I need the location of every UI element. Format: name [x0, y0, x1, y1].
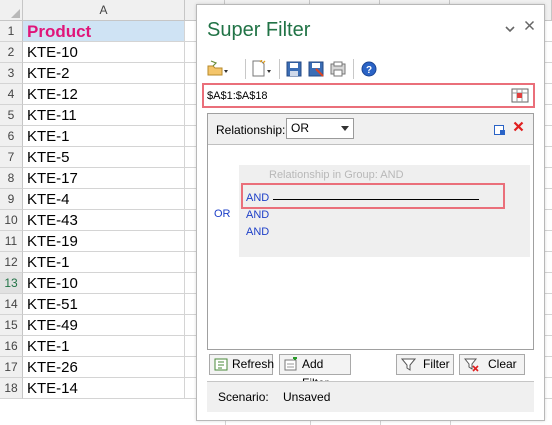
table-cell[interactable]: KTE-10	[23, 273, 185, 294]
row-header[interactable]: 10	[0, 210, 23, 231]
toolbar-separator	[353, 59, 354, 79]
table-cell[interactable]: KTE-51	[23, 294, 185, 315]
toolbar-separator	[245, 59, 246, 79]
panel-action-bar: Refresh Add Filter Filter Clear	[207, 354, 534, 390]
table-cell[interactable]: KTE-26	[23, 357, 185, 378]
range-highlight-box	[202, 83, 535, 108]
new-file-icon[interactable]	[251, 59, 273, 78]
row-header[interactable]: 3	[0, 63, 23, 84]
row-header[interactable]: 11	[0, 231, 23, 252]
super-filter-panel: Super Filter ? $A$1:$A$18 Relationship: …	[196, 4, 545, 421]
group-and-item[interactable]: AND	[246, 209, 269, 221]
group-relationship-label: Relationship in Group: AND	[269, 169, 404, 181]
save-as-icon[interactable]	[307, 60, 325, 78]
row-header[interactable]: 5	[0, 105, 23, 126]
table-cell[interactable]: KTE-19	[23, 231, 185, 252]
range-input[interactable]	[207, 88, 497, 103]
filter-criteria-area: Relationship: OR Relationship in Group: …	[207, 113, 534, 350]
table-cell[interactable]: KTE-17	[23, 168, 185, 189]
toolbar-separator	[279, 59, 280, 79]
scenario-bar: Scenario: Unsaved	[207, 381, 534, 412]
row-header[interactable]: 18	[0, 378, 23, 399]
condition-group[interactable]: Relationship in Group: AND AND AND AND	[239, 165, 530, 257]
select-range-icon[interactable]	[511, 87, 529, 104]
column-header-a[interactable]: A	[23, 0, 185, 21]
funnel-icon	[400, 357, 417, 372]
table-cell[interactable]: KTE-12	[23, 84, 185, 105]
table-cell[interactable]: KTE-43	[23, 210, 185, 231]
scenario-value: Unsaved	[283, 390, 331, 404]
delete-condition-icon[interactable]	[513, 119, 524, 137]
add-filter-icon	[284, 356, 299, 372]
table-cell[interactable]: KTE-49	[23, 315, 185, 336]
close-icon[interactable]	[524, 19, 535, 34]
row-header[interactable]: 8	[0, 168, 23, 189]
refresh-label: Refresh	[232, 357, 275, 371]
refresh-button[interactable]: Refresh	[209, 354, 275, 375]
table-cell[interactable]: KTE-11	[23, 105, 185, 126]
row-header[interactable]: 17	[0, 357, 23, 378]
row-header[interactable]: 9	[0, 189, 23, 210]
row-header[interactable]: 16	[0, 336, 23, 357]
select-all-corner[interactable]	[0, 0, 23, 21]
relationship-label: Relationship:	[216, 123, 286, 137]
help-icon[interactable]: ?	[360, 60, 378, 78]
table-cell[interactable]: KTE-5	[23, 147, 185, 168]
minimize-group-icon[interactable]	[494, 123, 506, 135]
row-header[interactable]: 13	[0, 273, 23, 294]
dropdown-arrow-icon	[341, 126, 349, 131]
panel-title: Super Filter	[207, 19, 311, 41]
table-cell[interactable]: KTE-1	[23, 336, 185, 357]
row-header[interactable]: 12	[0, 252, 23, 273]
manage-scenarios-icon[interactable]	[329, 60, 347, 78]
panel-toolbar: ?	[207, 57, 537, 83]
header-cell[interactable]: Product	[23, 21, 185, 42]
clear-filter-icon	[463, 357, 479, 372]
scenario-label: Scenario:	[218, 390, 269, 404]
clear-button[interactable]: Clear	[459, 354, 525, 375]
refresh-icon	[214, 357, 229, 372]
table-cell[interactable]: KTE-10	[23, 42, 185, 63]
table-cell[interactable]: KTE-14	[23, 378, 185, 399]
row-header[interactable]: 7	[0, 147, 23, 168]
group-and-item[interactable]: AND	[246, 226, 269, 238]
row-header[interactable]: 15	[0, 315, 23, 336]
row-header[interactable]: 14	[0, 294, 23, 315]
clear-label: Clear	[488, 357, 517, 371]
table-cell[interactable]: KTE-4	[23, 189, 185, 210]
relationship-select[interactable]: OR	[286, 118, 354, 139]
condition-highlight-box	[241, 183, 505, 209]
filter-button[interactable]: Filter	[396, 354, 454, 375]
row-header[interactable]: 1	[0, 21, 23, 42]
svg-text:?: ?	[366, 65, 372, 76]
filter-label: Filter	[423, 357, 450, 371]
table-cell[interactable]: KTE-2	[23, 63, 185, 84]
row-header[interactable]: 4	[0, 84, 23, 105]
save-icon[interactable]	[285, 60, 303, 78]
outer-or-label[interactable]: OR	[214, 208, 231, 220]
table-cell[interactable]: KTE-1	[23, 126, 185, 147]
open-folder-icon[interactable]	[207, 60, 229, 78]
chevron-down-icon[interactable]	[505, 21, 515, 36]
relationship-value: OR	[291, 121, 309, 135]
row-header[interactable]: 6	[0, 126, 23, 147]
add-filter-button[interactable]: Add Filter	[279, 354, 351, 390]
table-cell[interactable]: KTE-1	[23, 252, 185, 273]
row-header[interactable]: 2	[0, 42, 23, 63]
relationship-bar: Relationship: OR	[208, 114, 533, 145]
